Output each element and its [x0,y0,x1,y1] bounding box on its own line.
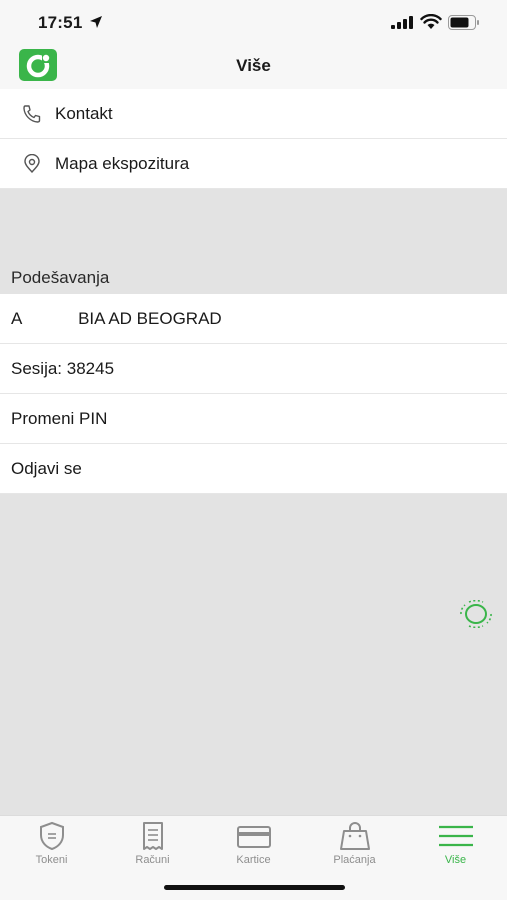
account-name: A BIA AD BEOGRAD [11,309,222,328]
account-row[interactable]: A BIA AD BEOGRAD [0,294,507,628]
sync-icon[interactable] [458,600,494,628]
tab-tokeni-label: Tokeni [35,854,68,866]
change-pin-row[interactable]: Promeni PIN [0,394,507,444]
logout-label: Odjavi se [11,459,82,478]
branch-map-row[interactable]: Mapa ekspozitura [0,139,507,189]
change-pin-label: Promeni PIN [11,409,108,428]
nav-bar: Više [0,44,507,89]
tab-tokeni[interactable]: Tokeni [1,820,102,872]
logout-row[interactable]: Odjavi se [0,444,507,494]
contact-label: Kontakt [55,104,113,123]
contact-row[interactable]: Kontakt [0,89,507,139]
cellular-signal-icon [391,16,413,29]
shield-icon [39,821,64,851]
branch-map-label: Mapa ekspozitura [55,154,190,173]
status-bar: 17:51 [0,0,507,44]
home-indicator [164,885,345,890]
bag-icon [339,822,370,850]
tab-placanja-label: Plaćanja [333,854,376,866]
session-label: Sesija: 38245 [11,359,115,378]
receipt-icon [142,822,163,850]
map-pin-icon [24,154,40,174]
tab-kartice-label: Kartice [236,854,271,866]
tab-placanja[interactable]: Plaćanja [304,820,405,872]
tab-vise-label: Više [444,854,467,866]
battery-icon [448,15,479,30]
card-icon [236,826,271,848]
session-row: Sesija: 38245 [0,344,507,394]
status-time: 17:51 [38,13,83,32]
menu-icon [438,825,473,847]
tab-racuni[interactable]: Računi [102,820,203,872]
tab-kartice[interactable]: Kartice [203,820,304,872]
location-arrow-icon [90,16,102,28]
phone-icon [23,105,41,123]
tab-racuni-label: Računi [135,854,170,866]
wifi-icon [420,14,442,29]
tab-vise[interactable]: Više [405,820,506,872]
page-title: Više [236,56,271,75]
settings-section-header: Podešavanja [11,268,110,287]
